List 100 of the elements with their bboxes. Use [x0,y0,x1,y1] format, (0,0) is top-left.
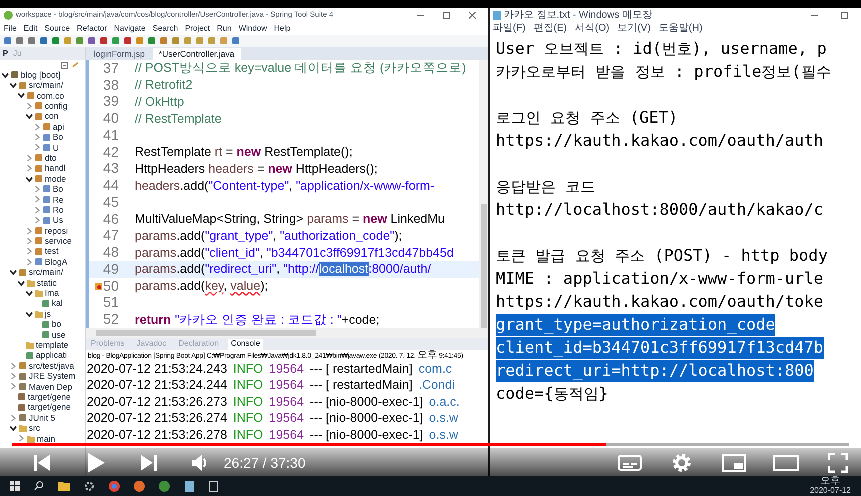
tree-item[interactable]: Bo [53,131,64,144]
line-number: 51 [103,293,119,312]
folder-icon [35,310,43,318]
menu-item[interactable]: Run [217,22,232,34]
clock-text: 오후 [820,477,841,486]
menu-item[interactable]: 서식(O) [575,21,610,36]
tree-item[interactable]: BlogA [45,256,68,269]
menu-item[interactable]: 도움말(H) [658,21,703,36]
tree-item[interactable]: U [53,142,60,154]
menu-item[interactable]: Navigate [114,22,146,34]
source-folder-icon [19,82,27,90]
miniplayer-button[interactable] [719,451,749,475]
chevron-down-icon[interactable] [26,113,33,120]
menu-item[interactable]: Help [274,22,291,34]
menu-item[interactable]: Edit [24,22,38,34]
folder-icon[interactable] [58,481,70,491]
close-icon[interactable] [469,12,476,18]
line-number: 43 [103,159,119,178]
tree-item[interactable]: Maven Dep [29,380,72,394]
error-marker-icon[interactable] [95,282,102,290]
menu-item[interactable]: 편집(E) [534,21,568,36]
tree-item[interactable]: JRE System [29,370,76,383]
console-tab[interactable]: Console [228,338,264,350]
tree-item[interactable]: mode [45,172,66,186]
tree-item[interactable]: src [29,422,40,435]
tree-item[interactable]: kal [52,297,63,310]
browser-icon[interactable] [109,480,120,492]
vertical-scrollbar[interactable] [479,60,488,328]
tree-item[interactable]: src/main/ [29,266,64,279]
tree-item[interactable]: config [45,100,68,113]
tree-item[interactable]: Ima [45,287,60,300]
line-number: 48 [103,243,119,262]
chevron-down-icon[interactable] [10,424,17,432]
tree-item[interactable]: dto [45,152,57,165]
maximize-icon[interactable] [443,12,450,18]
tree-item[interactable]: api [53,120,64,134]
settings-icon [672,453,692,473]
link-icon[interactable] [72,62,79,68]
round-app-icon[interactable] [134,480,145,492]
notepad-app-icon[interactable] [184,480,195,492]
tree-item[interactable]: applicati [36,349,68,362]
line-number: 39 [103,92,119,112]
editor-tab[interactable]: *UserController.java [153,48,241,60]
tree-item[interactable]: js [45,308,52,321]
menu-item[interactable]: 파일(F) [493,21,526,36]
round-app-icon[interactable] [159,480,170,492]
tree-item[interactable]: template [36,338,69,352]
menu-item[interactable]: Search [152,22,178,34]
chevron-right-icon[interactable] [18,435,25,442]
gear-icon[interactable] [84,480,95,492]
menu-item[interactable]: Window [238,22,268,34]
tree-item[interactable]: use [52,328,66,342]
tree-item[interactable]: src/main/ [29,79,64,92]
log-timestamp: 2020-07-12 21:53:24.243 [87,361,228,378]
line-number: 41 [103,126,119,145]
tree-item[interactable]: com.co [37,90,64,102]
tree-item[interactable]: JUnit 5 [29,412,56,424]
tree-item[interactable]: blog [boot] [21,70,61,82]
tree-item[interactable]: reposi [45,224,68,238]
tree-item[interactable]: src/test/java [29,360,74,373]
menu-item[interactable]: File [4,22,17,34]
chevron-right-icon[interactable] [10,414,17,422]
tree-item[interactable]: handl [45,162,66,176]
tree-item[interactable]: test [45,245,59,258]
code-editor[interactable] [86,60,488,328]
tree-item[interactable]: Ro [53,204,64,217]
code-line: // OkHttp [134,94,184,110]
log-level: INFO [233,394,264,411]
chevron-down-icon[interactable] [26,310,33,318]
menu-item[interactable]: Refactor [77,22,108,34]
code-line: // RestTemplate [134,110,222,127]
tree-item[interactable]: bo [52,318,62,331]
code-line: HttpHeaders headers = new HttpHeaders(); [134,160,378,177]
tree-item[interactable]: Bo [53,183,64,196]
log-thread: --- [nio-8000-exec-1] [310,426,424,444]
collapse-all-icon[interactable] [61,62,68,68]
search-icon[interactable] [34,481,44,491]
maximize-icon[interactable] [841,12,848,18]
tree-item[interactable]: Re [53,194,64,206]
chevron-down-icon[interactable] [26,176,33,183]
menu-item[interactable]: 보기(V) [618,21,651,36]
log-pid: 19564 [269,361,304,378]
time-display: 26:27 / 37:30 [224,454,306,472]
tree-item[interactable]: Us [53,214,64,228]
tree-item[interactable]: service [45,235,72,248]
tree-item[interactable]: target/gene [28,390,72,404]
log-pid: 19564 [269,426,304,444]
document-icon[interactable] [209,480,218,492]
log-timestamp: 2020-07-12 21:53:26.273 [87,394,228,411]
view-tab[interactable]: P [3,48,8,60]
editor-tab[interactable]: loginForm.jsp [88,48,152,60]
menu-item[interactable]: Source [44,22,70,34]
code-line: MultiValueMap<String, String> params = new LinkedMu [134,211,446,228]
tree-item[interactable]: static [37,276,57,290]
chevron-right-icon[interactable] [26,102,33,110]
tree-item[interactable]: target/gene [28,401,72,414]
menu-item[interactable]: Project [185,22,210,34]
windows-logo-icon[interactable] [10,481,20,491]
tree-item[interactable]: con [45,110,59,124]
tree-item[interactable]: main [37,432,56,446]
